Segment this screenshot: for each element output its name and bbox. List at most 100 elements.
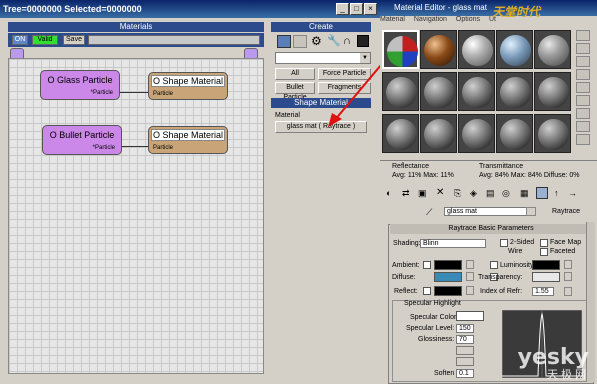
two-sided-checkbox[interactable] bbox=[500, 239, 508, 247]
ior-field[interactable]: 1.55 bbox=[532, 287, 554, 296]
navigator-icon[interactable] bbox=[576, 134, 590, 145]
ambient-map-button[interactable] bbox=[466, 260, 474, 269]
magnet-icon[interactable]: ∩ bbox=[343, 35, 351, 47]
node-glass-particle[interactable]: O Glass Particle *Particle bbox=[40, 70, 120, 100]
effects-channel-icon[interactable]: ◎ bbox=[502, 188, 510, 199]
reflect-swatch[interactable] bbox=[434, 286, 462, 296]
go-parent-icon[interactable]: ↑ bbox=[554, 188, 559, 198]
material-name-field[interactable]: glass mat bbox=[444, 207, 536, 216]
cube-icon[interactable] bbox=[357, 35, 369, 47]
close-button[interactable]: × bbox=[364, 3, 377, 15]
menu-material[interactable]: Material bbox=[380, 16, 405, 23]
diffuse-map-button[interactable] bbox=[466, 272, 474, 281]
menu-options[interactable]: Options bbox=[456, 16, 480, 23]
sample-slot[interactable] bbox=[496, 114, 533, 153]
shading-dropdown[interactable]: Blinn bbox=[420, 239, 486, 248]
preview-icon[interactable] bbox=[576, 95, 590, 106]
luminosity-checkbox[interactable] bbox=[490, 261, 498, 269]
go-sibling-icon[interactable]: → bbox=[568, 188, 577, 198]
glossiness-field[interactable]: 70 bbox=[456, 335, 474, 344]
sample-type-icon[interactable] bbox=[576, 30, 590, 41]
create-header: Create bbox=[271, 22, 371, 32]
sample-slot[interactable] bbox=[534, 72, 571, 111]
reflectance-values: Avg: 11% Max: 11% bbox=[392, 172, 454, 179]
menu-navigation[interactable]: Navigation bbox=[414, 16, 447, 23]
minimize-button[interactable]: _ bbox=[336, 3, 349, 15]
luminosity-map-button[interactable] bbox=[564, 260, 572, 269]
soften-field[interactable]: 0.1 bbox=[456, 369, 474, 378]
save-button[interactable]: Save bbox=[63, 35, 85, 45]
particle-view-window: Tree=0000000 Selected=0000000 _ □ × Mate… bbox=[0, 0, 387, 384]
ior-map-button[interactable] bbox=[564, 287, 572, 296]
sample-slot-selected[interactable] bbox=[382, 30, 419, 69]
sample-slot[interactable] bbox=[458, 72, 495, 111]
transparency-map-button[interactable] bbox=[564, 272, 572, 281]
node-shape-material-1[interactable]: O Shape Material Particle bbox=[148, 72, 228, 100]
reset-icon[interactable]: ✕ bbox=[436, 187, 444, 198]
bullet-particle-button[interactable]: Bullet Particle bbox=[275, 82, 315, 101]
luminosity-label: Luminosity: bbox=[500, 262, 536, 269]
specular-header: Specular Highlight bbox=[404, 300, 461, 307]
name-dropdown-button[interactable] bbox=[526, 207, 536, 216]
unique-icon[interactable]: ◈ bbox=[470, 188, 477, 199]
sample-slot[interactable] bbox=[382, 114, 419, 153]
copy-icon[interactable]: ⎘ bbox=[454, 188, 461, 199]
video-check-icon[interactable] bbox=[576, 82, 590, 93]
eyedropper-icon[interactable]: ⟋ bbox=[426, 207, 432, 218]
sample-slot[interactable] bbox=[420, 30, 457, 69]
select-icon[interactable] bbox=[277, 35, 291, 48]
library-icon[interactable]: ▤ bbox=[486, 188, 495, 199]
reflect-checkbox[interactable] bbox=[423, 287, 431, 295]
transparency-swatch[interactable] bbox=[532, 272, 560, 282]
on-toggle[interactable]: ON bbox=[12, 35, 28, 45]
ambient-swatch[interactable] bbox=[434, 260, 462, 270]
select-by-material-icon[interactable] bbox=[576, 121, 590, 132]
show-map-icon[interactable]: ▦ bbox=[520, 188, 529, 199]
sample-slot[interactable] bbox=[534, 114, 571, 153]
sample-slot[interactable] bbox=[420, 114, 457, 153]
assign-icon[interactable]: ▣ bbox=[418, 188, 427, 199]
name-field[interactable] bbox=[88, 35, 260, 45]
diffuse-swatch[interactable] bbox=[434, 272, 462, 282]
node-subtitle: *Particle bbox=[90, 90, 113, 96]
material-type-button[interactable]: Raytrace bbox=[552, 208, 580, 215]
transparency-label: Transparency: bbox=[478, 274, 523, 281]
node-canvas[interactable] bbox=[8, 58, 264, 374]
show-end-result-icon[interactable] bbox=[536, 187, 548, 199]
gear-icon[interactable]: ⚙ bbox=[311, 35, 322, 47]
get-material-icon[interactable]: ◐ bbox=[386, 188, 391, 198]
maximize-button[interactable]: □ bbox=[350, 3, 363, 15]
put-to-scene-icon[interactable]: ⇄ bbox=[402, 188, 410, 199]
reflect-map-button[interactable] bbox=[466, 286, 474, 295]
site-logo: 天堂时代 bbox=[492, 5, 541, 19]
wrench-icon[interactable]: 🔧 bbox=[327, 35, 341, 47]
faceted-checkbox[interactable] bbox=[540, 248, 548, 256]
backlight-icon[interactable] bbox=[576, 43, 590, 54]
editor-title: Material Editor - glass mat bbox=[380, 0, 597, 16]
options-icon[interactable] bbox=[576, 108, 590, 119]
spec-level-field[interactable]: 150 bbox=[456, 324, 474, 333]
material-label: Material bbox=[275, 112, 300, 119]
background-icon[interactable] bbox=[576, 56, 590, 67]
sample-slot[interactable] bbox=[382, 72, 419, 111]
rollout-title[interactable]: Raytrace Basic Parameters bbox=[390, 224, 592, 234]
node-bullet-particle[interactable]: O Bullet Particle *Particle bbox=[42, 125, 122, 155]
sample-slot[interactable] bbox=[496, 30, 533, 69]
ambient-checkbox[interactable] bbox=[423, 261, 431, 269]
luminosity-swatch[interactable] bbox=[532, 260, 560, 270]
node-shape-material-2[interactable]: O Shape Material Particle bbox=[148, 126, 228, 154]
sample-slot[interactable] bbox=[458, 114, 495, 153]
sample-slot[interactable] bbox=[534, 30, 571, 69]
valid-indicator[interactable]: Valid bbox=[32, 35, 58, 45]
sample-slots bbox=[382, 30, 571, 156]
sample-slot[interactable] bbox=[458, 30, 495, 69]
face-map-checkbox[interactable] bbox=[540, 239, 548, 247]
spec-color-swatch[interactable] bbox=[456, 311, 484, 321]
uv-tiling-icon[interactable] bbox=[576, 69, 590, 80]
sample-slot[interactable] bbox=[420, 72, 457, 111]
region-icon[interactable] bbox=[293, 35, 307, 48]
sample-slot[interactable] bbox=[496, 72, 533, 111]
node-title: O Shape Material bbox=[151, 129, 225, 141]
node-subtitle: Particle bbox=[153, 91, 174, 97]
all-button[interactable]: All bbox=[275, 68, 315, 80]
